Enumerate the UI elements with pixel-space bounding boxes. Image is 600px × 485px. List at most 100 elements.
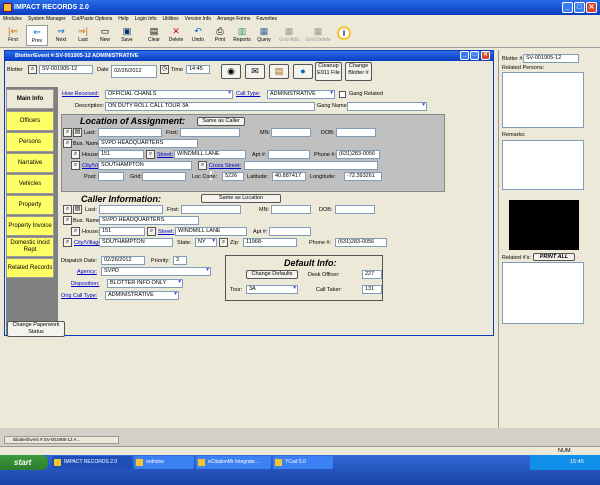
longitude-field[interactable]: -72.393261	[344, 172, 382, 181]
cross-street-lookup-icon[interactable]: ⌕	[198, 161, 207, 170]
clear-button[interactable]: ▤ Clear	[143, 25, 165, 46]
print-all-button[interactable]: PRINT ALL	[533, 253, 575, 261]
task-redmine[interactable]: redmine	[134, 456, 194, 469]
ci-mn-field[interactable]	[271, 205, 311, 214]
desk-officer-field[interactable]: 227	[362, 270, 382, 279]
close-button[interactable]: ✕	[586, 2, 597, 13]
related-numbers-list[interactable]	[502, 262, 584, 324]
agency-select[interactable]: SVPD	[101, 267, 211, 276]
undo-button[interactable]: ↶ Undo	[187, 25, 209, 46]
menu-utilities[interactable]: Utilities	[160, 16, 182, 22]
loa-first-field[interactable]	[180, 128, 240, 137]
new-button[interactable]: ▭ New	[94, 25, 116, 46]
loa-phone-field[interactable]: (631)283-0056	[336, 150, 380, 159]
cleanup-e911-button[interactable]: Cleanup E911 File	[315, 62, 342, 81]
loa-cross-street-field[interactable]	[244, 161, 378, 170]
menu-arrange-forms[interactable]: Arrange Forms	[214, 16, 253, 22]
loa-bus-name-field[interactable]: SVPD HEADQUARTERS	[98, 139, 198, 148]
loa-street-field[interactable]: WINDMILL LANE	[174, 150, 246, 159]
info-button[interactable]: i	[333, 25, 355, 46]
time-field[interactable]: 14:45	[186, 65, 210, 74]
street-lookup-icon[interactable]: ⌕	[146, 150, 155, 159]
cross-street-link[interactable]: Cross Street:	[209, 163, 241, 169]
documents-button[interactable]: ▤	[269, 64, 289, 79]
menu-cut-paste[interactable]: Cut/Paste Options	[69, 16, 116, 22]
tab-property[interactable]: Property	[6, 195, 54, 215]
right-blotter-field[interactable]: SV-001905-12	[523, 54, 579, 63]
menu-version-info[interactable]: Version Info	[182, 16, 214, 22]
globe-button[interactable]: ●	[293, 64, 313, 79]
how-received-select[interactable]: OFFICIAL CHANLS	[105, 90, 233, 99]
call-type-link[interactable]: Call Type:	[236, 91, 260, 97]
tab-main-info[interactable]: Main Info	[6, 89, 54, 109]
how-received-link[interactable]: How Received:	[62, 91, 99, 97]
caller-street-lookup-icon[interactable]: ⌕	[147, 227, 156, 236]
loa-grid-field[interactable]	[142, 172, 186, 181]
city-lookup-icon[interactable]: ⌕	[71, 161, 80, 170]
loa-apt-field[interactable]	[268, 150, 310, 159]
related-persons-list[interactable]	[502, 72, 584, 128]
caller-street-link[interactable]: Street:	[158, 229, 174, 235]
loc-code-field[interactable]: 5226	[222, 172, 244, 181]
change-defaults-button[interactable]: Change Defaults	[246, 270, 298, 279]
tab-property-invoice[interactable]: Property Invoice	[6, 216, 54, 236]
reports-button[interactable]: ▥ Reports	[231, 25, 253, 46]
save-button[interactable]: ▣ Save	[116, 25, 138, 46]
loa-mn-field[interactable]	[271, 128, 311, 137]
mail-button[interactable]: ✉	[245, 64, 265, 79]
disposition-link[interactable]: Disposition:	[71, 281, 99, 287]
business-lookup-icon[interactable]: ⌕	[63, 139, 72, 148]
tab-domestic-incident-report[interactable]: Domestic Incid Rept	[6, 237, 54, 257]
tab-persons[interactable]: Persons	[6, 132, 54, 152]
caller-card-icon[interactable]: ▤	[73, 205, 82, 214]
loa-house-field[interactable]: 151	[98, 150, 144, 159]
prev-button[interactable]: ⇐ Prev	[26, 25, 48, 46]
description-field[interactable]: ON DUTY ROLL CALL TOUR 3A	[105, 102, 315, 111]
loa-dob-field[interactable]	[336, 128, 376, 137]
blotter-lookup-icon[interactable]: ⌕	[28, 65, 37, 74]
zip-lookup-icon[interactable]: ⌕	[219, 238, 228, 247]
tab-officers[interactable]: Officers	[6, 111, 54, 131]
loa-city-field[interactable]: SOUTHAMPTON	[98, 161, 192, 170]
latitude-field[interactable]: 40.887417	[272, 172, 306, 181]
grid-delete-button[interactable]: ▦ Grid Delete	[303, 25, 333, 46]
ci-bus-name-field[interactable]: SVPD HEADQUARTERS	[99, 216, 199, 225]
first-button[interactable]: |⇐ First	[2, 25, 24, 46]
change-blotter-button[interactable]: Change Blotter #	[345, 62, 372, 81]
date-field[interactable]: 02/26/2012	[111, 65, 157, 78]
person-card-icon[interactable]: ▤	[73, 128, 82, 137]
caller-city-village-link[interactable]: City/Village	[74, 240, 101, 246]
minimize-button[interactable]: _	[562, 2, 573, 13]
query-button[interactable]: ▦ Query	[253, 25, 275, 46]
priority-field[interactable]: 3	[173, 256, 187, 265]
person-lookup-icon[interactable]: ⌕	[63, 128, 72, 137]
caller-city-lookup-icon[interactable]: ⌕	[63, 238, 72, 247]
delete-button[interactable]: ✕ Delete	[165, 25, 187, 46]
ci-zip-field[interactable]: 11968-	[243, 238, 297, 247]
change-paperwork-status-button[interactable]: Change Paperwork Status	[7, 321, 65, 337]
menu-system-manager[interactable]: System Manager	[25, 16, 69, 22]
caller-address-lookup-icon[interactable]: ⌕	[71, 227, 80, 236]
disposition-select[interactable]: BLOTTER INFO ONLY	[107, 279, 183, 288]
minimized-form[interactable]: Blotter/Event #:SV-001905-12 A...	[4, 436, 119, 444]
remarks-field[interactable]	[502, 140, 584, 190]
orig-call-type-select[interactable]: ADMINISTRATIVE	[105, 291, 179, 300]
form-minimize-button[interactable]: _	[460, 51, 469, 60]
same-as-location-button[interactable]: Same as Location	[201, 194, 281, 203]
menu-modules[interactable]: Modules	[0, 16, 25, 22]
ci-state-select[interactable]: NY	[195, 238, 217, 247]
maximize-button[interactable]: □	[574, 2, 585, 13]
start-button[interactable]: start	[0, 455, 48, 470]
gang-name-select[interactable]	[347, 102, 427, 111]
ci-house-field[interactable]: 151	[99, 227, 145, 236]
agency-link[interactable]: Agency:	[77, 269, 97, 275]
menu-help[interactable]: Help	[115, 16, 131, 22]
menu-login-info[interactable]: Login Info	[132, 16, 160, 22]
ci-last-field[interactable]	[99, 205, 163, 214]
dispatch-date-field[interactable]: 02/26/2012	[101, 256, 145, 265]
tab-vehicles[interactable]: Vehicles	[6, 174, 54, 194]
ci-first-field[interactable]	[181, 205, 241, 214]
street-link[interactable]: Street:	[157, 152, 173, 158]
blotter-number-field[interactable]: SV-001905-12	[39, 65, 93, 74]
call-taker-field[interactable]: 131	[362, 285, 382, 294]
